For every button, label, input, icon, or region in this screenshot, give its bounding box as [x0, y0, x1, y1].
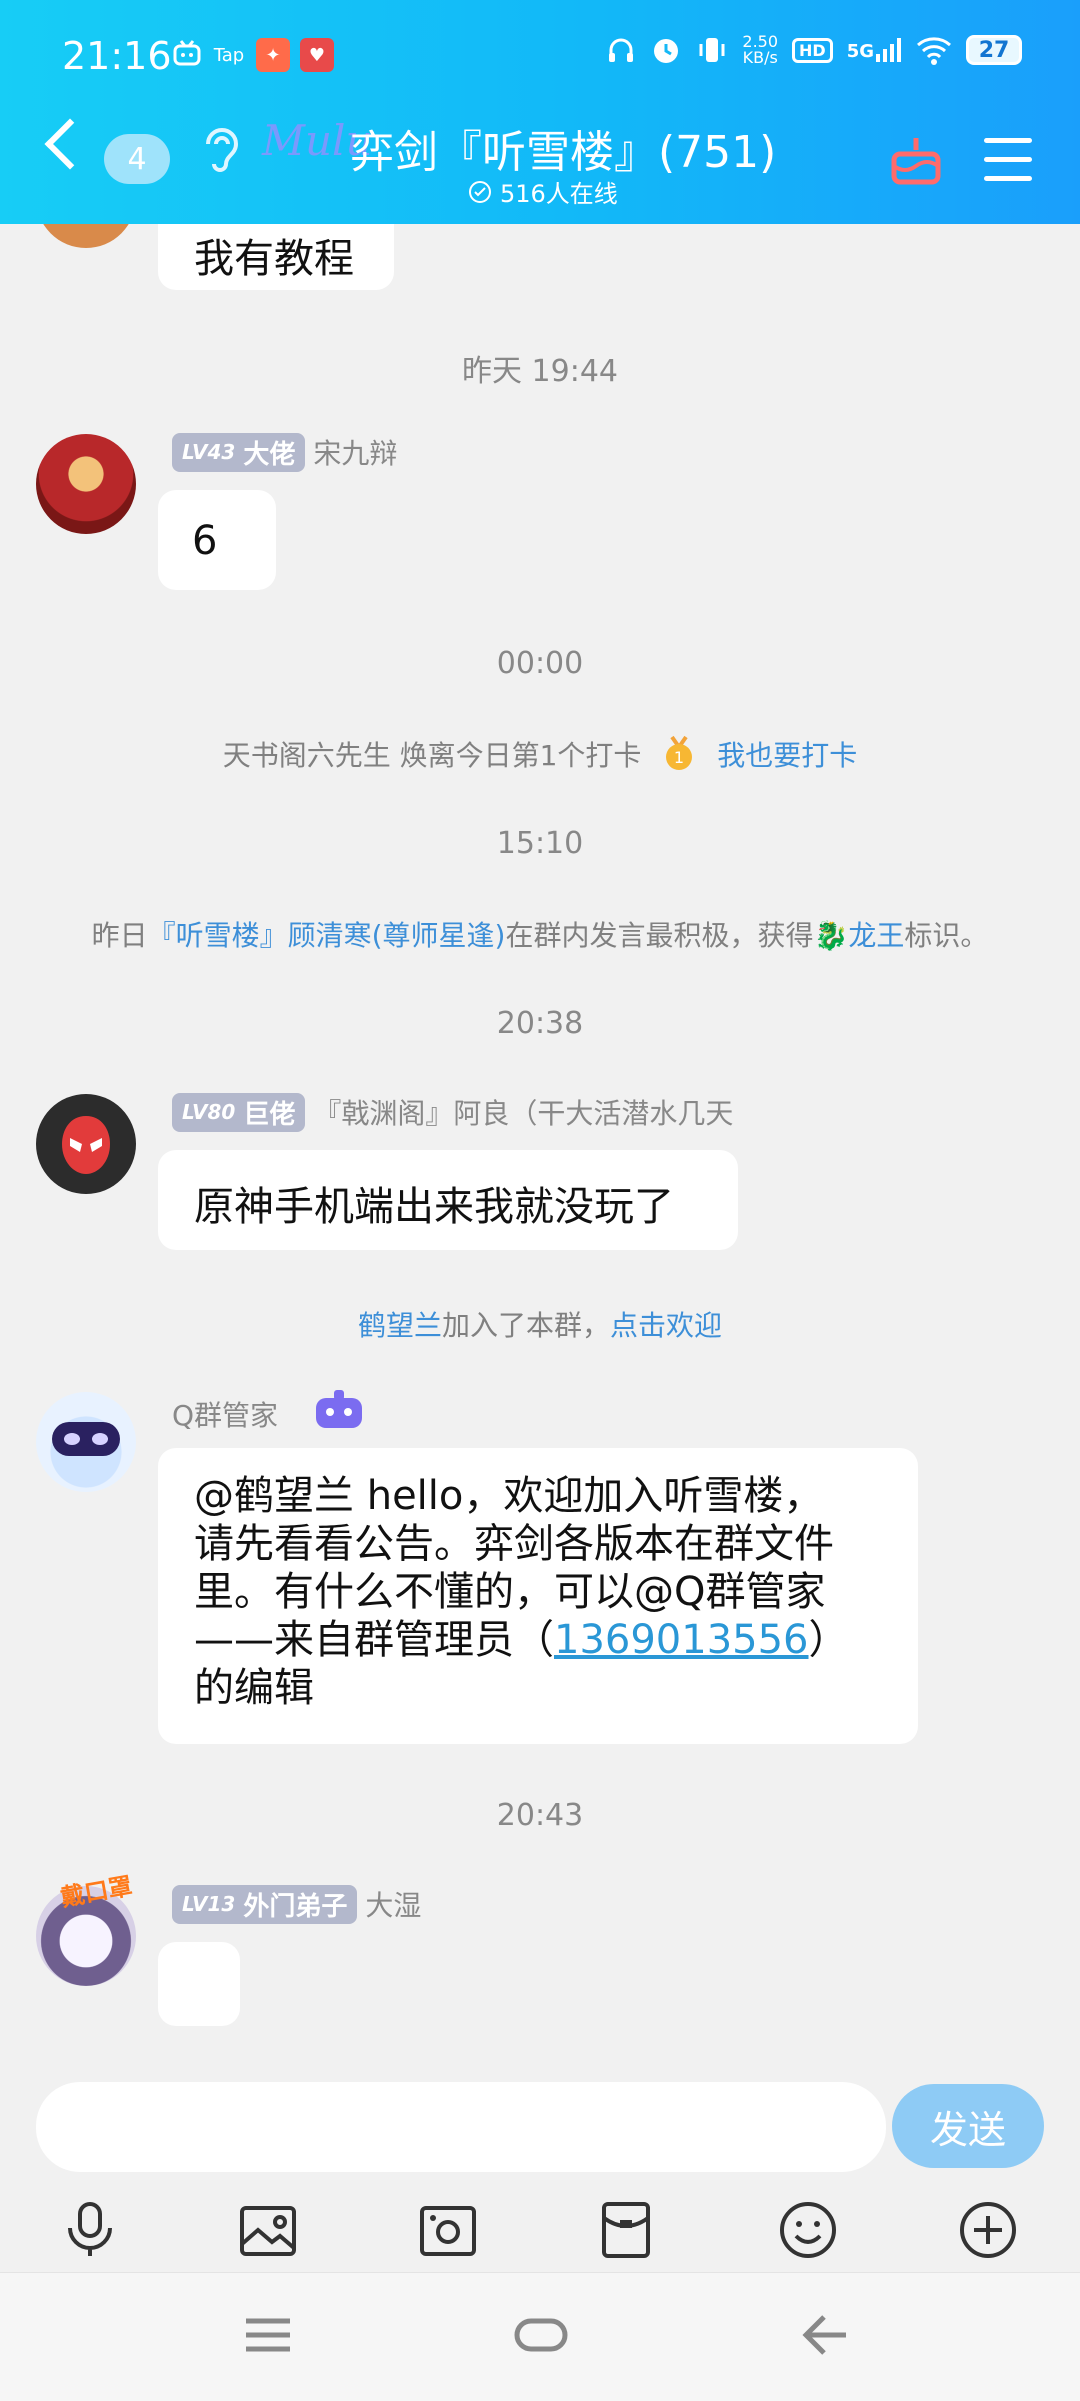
dragon-king-notice: 昨日『听雪楼』顾清寒(尊师星逢)在群内发言最积极，获得🐉龙王标识。: [91, 919, 989, 952]
red-packet-icon[interactable]: [598, 2200, 654, 2260]
message-bubble[interactable]: [158, 1942, 240, 2026]
avatar[interactable]: [36, 1392, 136, 1492]
avatar[interactable]: [36, 434, 136, 534]
avatar[interactable]: 戴口罩: [36, 1872, 136, 1986]
checkin-notice: 天书阁六先生 焕离今日第1个打卡 1 我也要打卡: [0, 734, 1080, 780]
status-time: 21:16: [62, 34, 172, 78]
welcome-link[interactable]: 点击欢迎: [610, 1309, 722, 1342]
back-icon[interactable]: [800, 2311, 850, 2359]
heart-app-icon: ♥: [300, 38, 334, 72]
battery-icon: 27: [966, 35, 1022, 65]
cake-icon[interactable]: [888, 132, 944, 186]
medal-icon: 1: [662, 735, 696, 780]
signal-icon: 5G: [847, 38, 902, 62]
back-arrow-icon[interactable]: [44, 118, 96, 170]
user-link[interactable]: 『听雪楼』顾清寒(尊师星逢): [148, 919, 506, 952]
sender-info: Q群管家: [172, 1390, 366, 1437]
timestamp: 20:43: [496, 1798, 584, 1833]
image-icon[interactable]: [238, 2200, 298, 2260]
sender-info: LV43 大佬 宋九辩: [172, 432, 397, 472]
group-title[interactable]: 弈剑『听雪楼』(751): [350, 116, 776, 180]
qq-number-link[interactable]: 1369013556: [554, 1617, 809, 1663]
sender-name[interactable]: Q群管家: [172, 1394, 278, 1434]
sender-name[interactable]: 宋九辩: [313, 432, 397, 472]
net-speed: 2.50 KB/s: [742, 32, 779, 67]
emoji-icon[interactable]: [778, 2200, 838, 2260]
robot-badge-icon: [312, 1390, 366, 1437]
message-list[interactable]: 我有教程 昨天 19:44 LV43 大佬 宋九辩 6 00:00 天书阁六先生 …: [0, 224, 1080, 2060]
bilibili-icon: [172, 38, 202, 72]
user-link[interactable]: 鹤望兰: [358, 1309, 442, 1342]
dragon-king-link[interactable]: 龙王: [848, 919, 904, 952]
spiderman-mask-icon: [62, 1116, 110, 1174]
check-circle-icon: [469, 180, 491, 203]
level-badge: LV80 巨佬: [172, 1092, 306, 1132]
message-bubble[interactable]: @鹤望兰 hello，欢迎加入听雪楼， 请先看看公告。弈剑各版本在群文件 里。有…: [158, 1448, 918, 1744]
notification-icons: Tap ✦ ♥: [172, 38, 334, 72]
message-bubble[interactable]: 原神手机端出来我就没玩了: [158, 1150, 738, 1250]
svg-text:1: 1: [674, 748, 684, 767]
online-count: 516人在线: [468, 174, 618, 209]
level-badge: LV43 大佬: [172, 432, 306, 472]
sender-info: LV13 外门弟子 大湿: [172, 1884, 421, 1924]
dragon-icon: 🐉: [813, 919, 849, 952]
chat-header: 21:16 Tap ✦ ♥ 2.50 KB/s HD 5G 27 4 Mulu 弈…: [0, 0, 1080, 224]
send-button[interactable]: 发送: [892, 2084, 1044, 2168]
timestamp: 昨天 19:44: [462, 354, 618, 389]
microphone-icon[interactable]: [62, 2200, 118, 2260]
home-icon[interactable]: [514, 2313, 568, 2357]
wifi-icon: [917, 37, 951, 65]
input-area: 发送: [0, 2060, 1080, 2270]
sender-name[interactable]: 大湿: [365, 1884, 421, 1924]
hd-badge: HD: [792, 37, 833, 63]
avatar-tag: 戴口罩: [58, 1871, 135, 1913]
plus-icon[interactable]: [958, 2200, 1018, 2260]
message-bubble[interactable]: 6: [158, 490, 276, 590]
headphones-icon: [609, 38, 634, 62]
sender-name[interactable]: 『戟渊阁』阿良（干大活潜水几天: [313, 1092, 733, 1132]
vibrate-icon: [699, 38, 725, 62]
taptap-icon: Tap: [213, 44, 245, 66]
level-badge: LV13 外门弟子: [172, 1884, 358, 1924]
join-notice: 鹤望兰加入了本群，点击欢迎: [357, 1309, 723, 1342]
timestamp: 15:10: [496, 826, 584, 861]
ear-icon[interactable]: [200, 122, 242, 174]
sender-info: LV80 巨佬 『戟渊阁』阿良（干大活潜水几天: [172, 1092, 733, 1132]
status-right-icons: 2.50 KB/s HD 5G 27: [606, 34, 1022, 66]
avatar[interactable]: [36, 224, 136, 248]
camera-icon[interactable]: [418, 2200, 478, 2260]
checkin-link[interactable]: 我也要打卡: [717, 739, 857, 772]
menu-icon[interactable]: [984, 138, 1032, 195]
robot-face-icon: [52, 1422, 120, 1456]
message-bubble[interactable]: 我有教程: [158, 224, 394, 290]
app-notification-icon: ✦: [256, 38, 290, 72]
message-input[interactable]: [36, 2082, 886, 2172]
timestamp: 00:00: [496, 646, 584, 681]
system-nav-bar: [0, 2272, 1080, 2401]
avatar[interactable]: [36, 1094, 136, 1194]
timestamp: 20:38: [496, 1006, 584, 1041]
recent-apps-icon[interactable]: [244, 2315, 292, 2355]
unread-count-badge[interactable]: 4: [104, 134, 170, 184]
alarm-icon: [654, 39, 679, 63]
